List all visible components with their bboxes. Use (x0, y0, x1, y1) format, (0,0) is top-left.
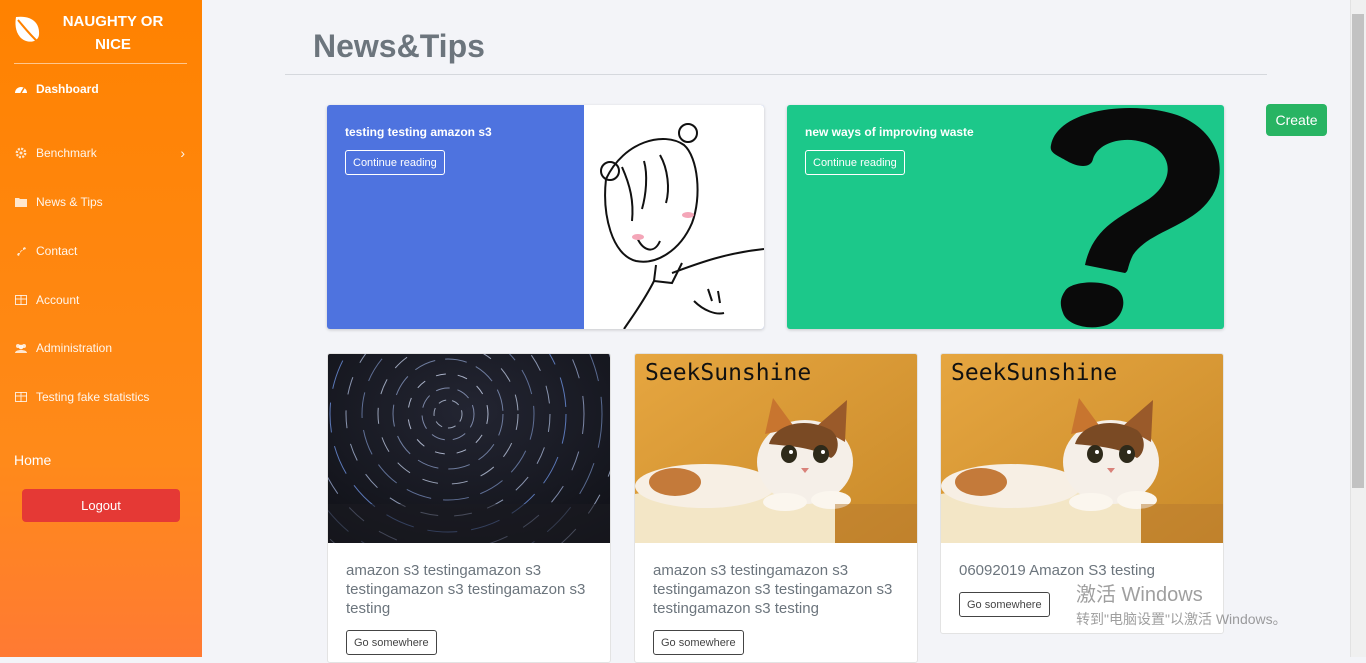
windows-activation-watermark: 激活 Windows 转到"电脑设置"以激活 Windows。 (1076, 578, 1287, 629)
question-mark-image (1050, 107, 1220, 328)
sidebar-item-dashboard[interactable]: Dashboard (14, 82, 189, 96)
card-text: amazon s3 testingamazon s3 testingamazon… (346, 562, 586, 617)
image-caption: SeekSunshine (645, 360, 812, 386)
vertical-scrollbar[interactable] (1350, 0, 1366, 657)
brand-name: NAUGHTY OR NICE (62, 13, 164, 53)
logout-button[interactable]: Logout (22, 489, 180, 522)
folder-icon (14, 196, 28, 208)
go-somewhere-button[interactable]: Go somewhere (346, 630, 437, 655)
home-link[interactable]: Home (14, 452, 51, 468)
image-caption: SeekSunshine (951, 360, 1118, 386)
brand-divider (14, 63, 187, 64)
watermark-subtitle: 转到"电脑设置"以激活 Windows。 (1076, 611, 1287, 627)
kitten-image: SeekSunshine (941, 354, 1223, 543)
table-icon (14, 391, 28, 403)
sidebar-item-label: Contact (36, 244, 78, 258)
featured-card-title: testing testing amazon s3 (345, 125, 492, 139)
leaf-icon (15, 16, 40, 44)
sidebar-item-benchmark[interactable]: Benchmark › (14, 145, 189, 161)
sidebar-item-label: Testing fake statistics (36, 390, 150, 404)
chevron-right-icon: › (180, 145, 185, 161)
table-icon (14, 294, 28, 306)
featured-card: testing testing amazon s3 Continue readi… (327, 105, 764, 329)
title-divider (285, 74, 1267, 75)
brand[interactable]: NAUGHTY OR NICE (0, 0, 202, 64)
page-title: News&Tips (313, 28, 485, 64)
featured-card-title: new ways of improving waste (805, 125, 974, 139)
sidebar-item-news-tips[interactable]: News & Tips (14, 195, 189, 209)
sidebar-item-label: News & Tips (36, 195, 103, 209)
star-trails-image (328, 354, 610, 543)
dashboard-icon (14, 83, 28, 95)
card-text: amazon s3 testingamazon s3 testingamazon… (653, 562, 893, 617)
kitten-image: SeekSunshine (635, 354, 917, 543)
sidebar-item-testing-fake-statistics[interactable]: Testing fake statistics (14, 390, 189, 404)
gear-icon (14, 147, 28, 159)
sidebar-item-label: Dashboard (36, 82, 99, 96)
sidebar: NAUGHTY OR NICE Dashboard Benchmark › Ne… (0, 0, 202, 657)
sidebar-item-label: Benchmark (36, 146, 97, 160)
featured-card: new ways of improving waste Continue rea… (787, 105, 1224, 329)
create-button[interactable]: Create (1266, 104, 1327, 136)
sidebar-item-contact[interactable]: Contact (14, 244, 189, 258)
go-somewhere-button[interactable]: Go somewhere (653, 630, 744, 655)
continue-reading-button[interactable]: Continue reading (345, 150, 445, 175)
cartoon-girl-image (584, 105, 764, 329)
continue-reading-button[interactable]: Continue reading (805, 150, 905, 175)
card-text: 06092019 Amazon S3 testing (959, 562, 1155, 579)
phone-icon (14, 245, 28, 257)
scrollbar-thumb[interactable] (1352, 14, 1364, 488)
watermark-title: 激活 Windows (1076, 584, 1203, 606)
news-card: SeekSunshine amazon s3 testingamazon s3 … (634, 353, 918, 663)
news-card: amazon s3 testingamazon s3 testingamazon… (327, 353, 611, 663)
go-somewhere-button[interactable]: Go somewhere (959, 592, 1050, 617)
sidebar-item-label: Administration (36, 341, 113, 355)
sidebar-item-administration[interactable]: Administration (14, 341, 189, 355)
users-icon (14, 342, 28, 354)
sidebar-item-account[interactable]: Account (14, 293, 189, 307)
sidebar-item-label: Account (36, 293, 80, 307)
